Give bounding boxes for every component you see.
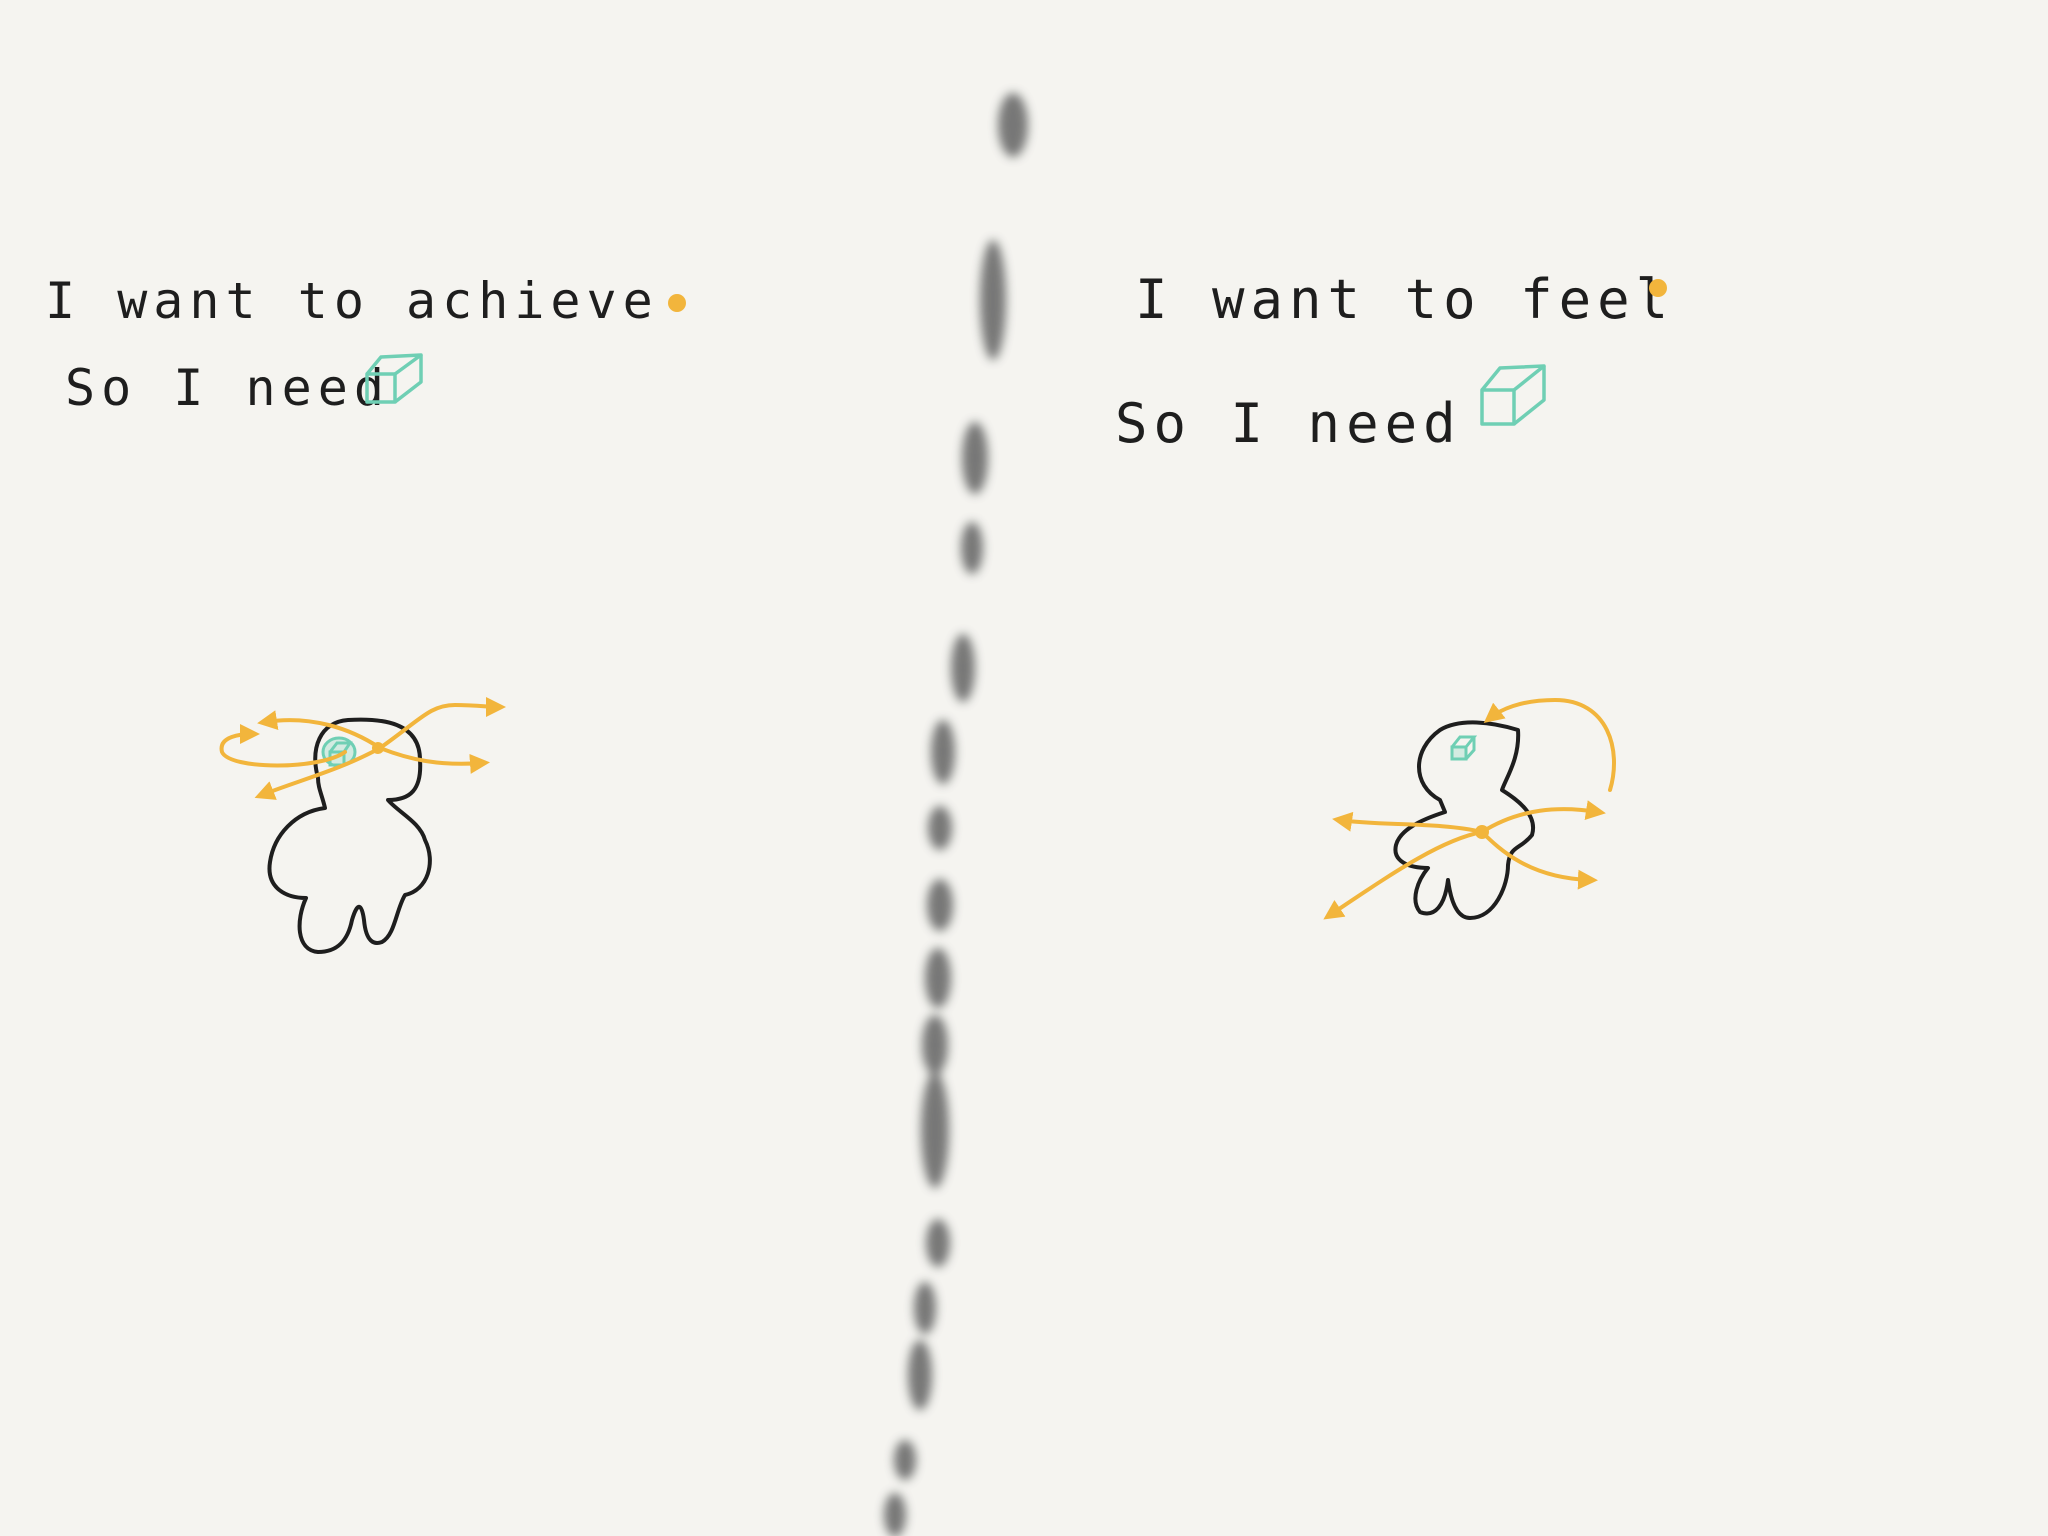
divider-dash	[951, 634, 975, 702]
left-panel: I want to achieve So I need	[45, 272, 686, 954]
divider-dash	[914, 1282, 936, 1334]
arrow-icon	[1332, 811, 1484, 834]
head-cube-icon	[1450, 735, 1478, 761]
divider-dash	[921, 1072, 949, 1188]
arrow-icon	[1323, 830, 1484, 920]
divider-dash	[961, 522, 983, 574]
right-arrows	[1323, 697, 1616, 920]
divider-line	[884, 93, 1028, 1536]
left-goal-text: I want to achieve	[45, 272, 659, 330]
divider-dash	[926, 1219, 950, 1267]
right-goal-text: I want to feel	[1135, 268, 1674, 331]
divider-dash	[928, 806, 952, 850]
sketch-svg: I want to achieve So I need I want to fe…	[45, 93, 1674, 1536]
divider-dash	[998, 93, 1028, 157]
right-need-text: So I need	[1115, 392, 1462, 455]
divider-dash	[908, 1340, 932, 1410]
divider-dash	[925, 948, 951, 1008]
divider-dash	[922, 1015, 948, 1075]
divider-dash	[931, 720, 955, 784]
arrow-icon	[378, 746, 490, 774]
divider-dash	[894, 1440, 916, 1480]
teal-cube-icon	[1480, 364, 1546, 426]
orange-dot-icon	[1649, 279, 1667, 297]
divider-dash	[884, 1493, 906, 1536]
right-panel: I want to feel So I need	[1115, 268, 1674, 920]
arrow-icon	[1480, 800, 1606, 834]
orange-dot-icon	[668, 294, 686, 312]
divider-dash	[980, 240, 1006, 360]
divider-dash	[927, 879, 953, 931]
left-need-text: So I need	[65, 359, 390, 417]
divider-dash	[962, 422, 988, 494]
arrow-icon	[1480, 830, 1598, 890]
sketch-canvas: I want to achieve So I need I want to fe…	[0, 0, 2048, 1536]
